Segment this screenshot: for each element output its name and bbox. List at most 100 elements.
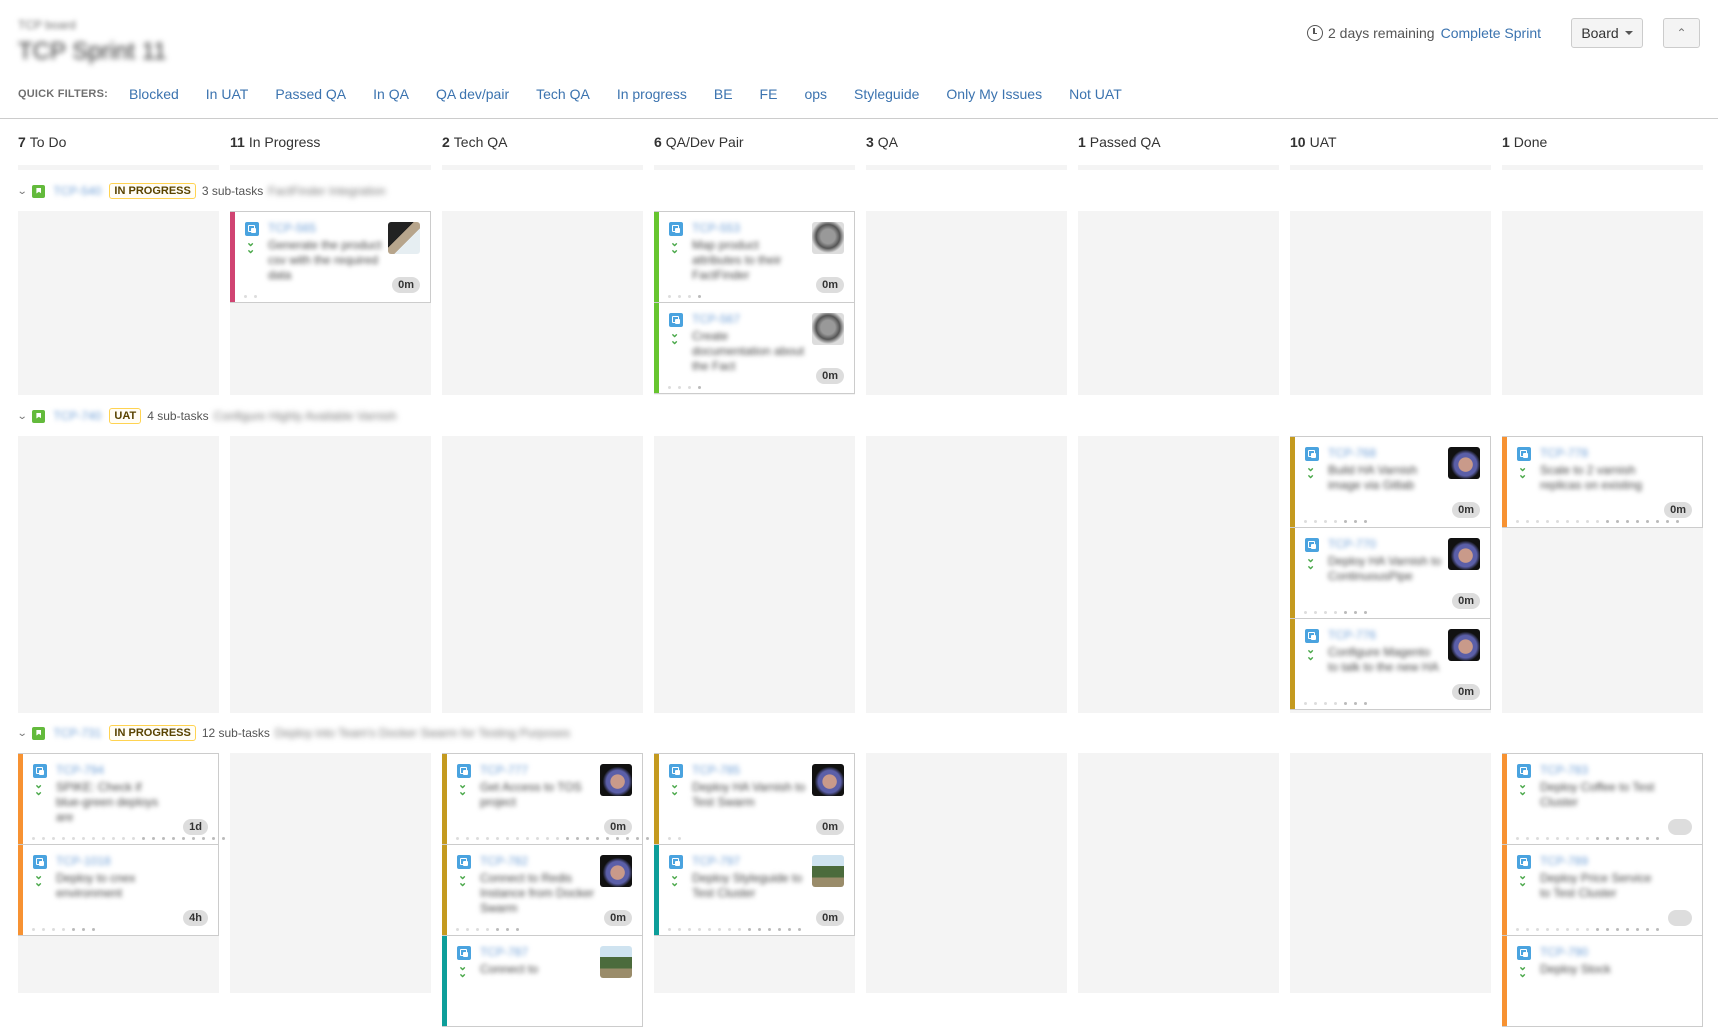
day-dot (1566, 837, 1569, 840)
quick-filter-in-progress[interactable]: In progress (617, 86, 687, 102)
issue-key[interactable]: TCP-768 (1328, 446, 1376, 460)
issue-card[interactable]: ⌄ ⌄ TCP-794 SPIKE: Check if blue-green depl… (18, 753, 225, 845)
issue-summary: Map product attributes to their FactFind… (692, 238, 782, 282)
quick-filter-fe[interactable]: FE (760, 86, 778, 102)
quick-filter-tech-qa[interactable]: Tech QA (536, 86, 590, 102)
parent-issue-key[interactable]: TCP-731 (53, 726, 101, 740)
issue-card[interactable]: ⌄ ⌄ TCP-565 Generate the product csv with t… (230, 211, 431, 303)
issue-card[interactable]: ⌄ ⌄ TCP-785 Deploy HA Varnish to Test Swarm… (654, 753, 855, 845)
day-dot (1546, 928, 1549, 931)
card-grabber[interactable] (654, 212, 659, 302)
quick-filter-qa-dev-pair[interactable]: QA dev/pair (436, 86, 509, 102)
parent-issue-key[interactable]: TCP-740 (53, 409, 101, 423)
issue-card[interactable]: ⌄ ⌄ TCP-789 Deploy Price Service to Test Cl… (1502, 844, 1703, 936)
issue-card[interactable]: ⌄ ⌄ TCP-553 Map product attributes to their… (654, 211, 855, 303)
issue-key[interactable]: TCP-565 (268, 221, 316, 235)
issue-card[interactable]: ⌄ ⌄ TCP-790 Deploy Stock (1502, 935, 1703, 1027)
column-bar (230, 165, 431, 170)
issue-summary: Scale to 2 varnish replicas on existing (1540, 463, 1643, 492)
issue-card[interactable]: ⌄ ⌄ TCP-787 Connect to (442, 935, 643, 1027)
day-dot (1546, 520, 1549, 523)
complete-sprint-link[interactable]: Complete Sprint (1441, 25, 1541, 41)
chevron-down-icon[interactable]: ⌄ (17, 186, 28, 197)
quick-filter-not-uat[interactable]: Not UAT (1069, 86, 1122, 102)
issue-key[interactable]: TCP-789 (1540, 854, 1588, 868)
issue-key[interactable]: TCP-777 (480, 763, 528, 777)
day-dot (556, 837, 559, 840)
time-remaining: 2 days remaining (1327, 25, 1435, 41)
issue-key[interactable]: TCP-787 (480, 945, 528, 959)
card-grabber[interactable] (442, 845, 447, 935)
priority-low-icon: ⌄ ⌄ (1518, 779, 1528, 798)
card-grabber[interactable] (654, 303, 659, 393)
issue-key[interactable]: TCP-1018 (56, 854, 111, 868)
card-grabber[interactable] (1502, 936, 1507, 1026)
issue-card[interactable]: ⌄ ⌄ TCP-567 Create documentation about the … (654, 302, 855, 394)
quick-filter-ops[interactable]: ops (804, 86, 827, 102)
swimlane-header[interactable]: ⌄ TCP-540 IN PROGRESS 3 sub-tasks FactFinder… (17, 180, 386, 202)
chevron-down-icon[interactable]: ⌄ (17, 728, 28, 739)
parent-issue-key[interactable]: TCP-540 (53, 184, 101, 198)
day-dot (698, 295, 701, 298)
issue-key[interactable]: TCP-797 (692, 854, 740, 868)
day-dot (616, 837, 619, 840)
subtask-icon (1517, 447, 1531, 461)
day-dot (1576, 837, 1579, 840)
issue-card[interactable]: ⌄ ⌄ TCP-777 Get Access to TOS project 0m (442, 753, 649, 845)
day-dot (1364, 611, 1367, 614)
double-chevron-up-icon: ⌃ (1676, 26, 1687, 40)
day-dot (606, 837, 609, 840)
issue-key[interactable]: TCP-553 (692, 221, 740, 235)
issue-card[interactable]: ⌄ ⌄ TCP-797 Deploy Styleguide to Test Clust… (654, 844, 855, 936)
day-dot (212, 837, 215, 840)
project-name[interactable]: TCP board (18, 18, 76, 32)
issue-key[interactable]: TCP-783 (1540, 763, 1588, 777)
collapse-header-button[interactable]: ⌃ (1663, 18, 1700, 48)
issue-key[interactable]: TCP-790 (1540, 945, 1588, 959)
day-dot (626, 837, 629, 840)
quick-filter-be[interactable]: BE (714, 86, 733, 102)
quick-filter-blocked[interactable]: Blocked (129, 86, 179, 102)
card-grabber[interactable] (654, 845, 659, 935)
issue-key[interactable]: TCP-778 (1540, 446, 1588, 460)
card-grabber[interactable] (1502, 845, 1507, 935)
day-dot (496, 837, 499, 840)
issue-card[interactable]: ⌄ ⌄ TCP-782 Connect to Redis Instance from … (442, 844, 643, 936)
quick-filter-in-uat[interactable]: In UAT (206, 86, 249, 102)
quick-filter-only-my-issues[interactable]: Only My Issues (946, 86, 1042, 102)
swimlane-header[interactable]: ⌄ TCP-740 UAT 4 sub-tasks Configure Highly A… (17, 405, 397, 427)
card-grabber[interactable] (1290, 528, 1295, 618)
card-grabber[interactable] (1290, 619, 1295, 709)
card-grabber[interactable] (442, 936, 447, 1026)
issue-card[interactable]: ⌄ ⌄ TCP-1018 Deploy to cnex environment 4h (18, 844, 219, 936)
issue-key[interactable]: TCP-770 (1328, 537, 1376, 551)
issue-card[interactable]: ⌄ ⌄ TCP-770 Deploy HA Varnish to Continuous… (1290, 527, 1491, 619)
issue-key[interactable]: TCP-794 (56, 763, 104, 777)
card-grabber[interactable] (654, 754, 659, 844)
swimlane-header[interactable]: ⌄ TCP-731 IN PROGRESS 12 sub-tasks Deploy in… (17, 722, 570, 744)
day-dot (1596, 837, 1599, 840)
issue-summary: Connect to Redis Instance from Docker Sw… (480, 871, 595, 915)
day-dot (1536, 928, 1539, 931)
issue-card[interactable]: ⌄ ⌄ TCP-768 Build HA Varnish image via Gitl… (1290, 436, 1491, 528)
chevron-down-icon[interactable]: ⌄ (17, 411, 28, 422)
issue-key[interactable]: TCP-785 (692, 763, 740, 777)
issue-card[interactable]: ⌄ ⌄ TCP-783 Deploy Coffee to Test Cluster (1502, 753, 1703, 845)
card-grabber[interactable] (442, 754, 447, 844)
card-grabber[interactable] (18, 754, 23, 844)
card-grabber[interactable] (230, 212, 235, 302)
quick-filter-in-qa[interactable]: In QA (373, 86, 409, 102)
card-grabber[interactable] (18, 845, 23, 935)
card-grabber[interactable] (1502, 754, 1507, 844)
card-grabber[interactable] (1290, 437, 1295, 527)
issue-card[interactable]: ⌄ ⌄ TCP-776 Configure Magento to talk to th… (1290, 618, 1491, 710)
issue-key[interactable]: TCP-776 (1328, 628, 1376, 642)
board-dropdown-button[interactable]: Board (1571, 18, 1643, 48)
issue-card[interactable]: ⌄ ⌄ TCP-778 Scale to 2 varnish replicas on … (1502, 436, 1703, 528)
quick-filter-passed-qa[interactable]: Passed QA (275, 86, 346, 102)
card-grabber[interactable] (1502, 437, 1507, 527)
issue-key[interactable]: TCP-782 (480, 854, 528, 868)
quick-filter-styleguide[interactable]: Styleguide (854, 86, 919, 102)
issue-key[interactable]: TCP-567 (692, 312, 740, 326)
day-dot (1596, 520, 1599, 523)
